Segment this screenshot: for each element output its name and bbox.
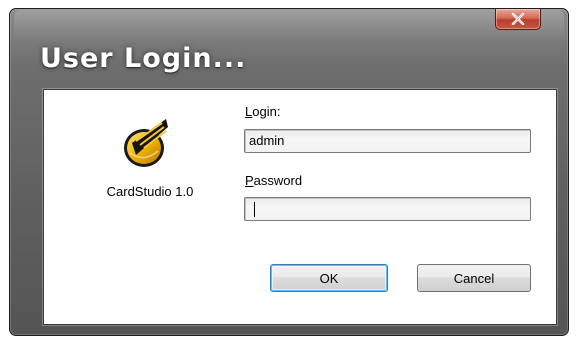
ok-button-label: OK: [319, 270, 339, 286]
ok-button[interactable]: OK: [270, 264, 388, 292]
cancel-button[interactable]: Cancel: [417, 264, 531, 292]
login-label-text: ogin:: [252, 104, 281, 119]
text-caret: [254, 202, 255, 217]
close-button[interactable]: [495, 9, 541, 30]
cancel-button-label: Cancel: [453, 270, 495, 286]
password-label: Password: [245, 173, 302, 188]
close-icon: [511, 13, 525, 25]
password-label-text: assword: [253, 173, 303, 188]
app-name: CardStudio 1.0: [106, 184, 194, 199]
password-input[interactable]: [244, 197, 531, 221]
login-label: Login:: [245, 104, 280, 119]
dialog-content: CardStudio 1.0 Login: admin Password OK …: [43, 89, 557, 325]
password-label-accelerator: P: [245, 173, 254, 188]
login-input[interactable]: admin: [244, 129, 531, 153]
cardstudio-logo-icon: [122, 115, 170, 169]
dialog-title: User Login...: [40, 43, 247, 74]
login-dialog: User Login... CardStudio 1.0 Login: admi…: [9, 8, 569, 336]
